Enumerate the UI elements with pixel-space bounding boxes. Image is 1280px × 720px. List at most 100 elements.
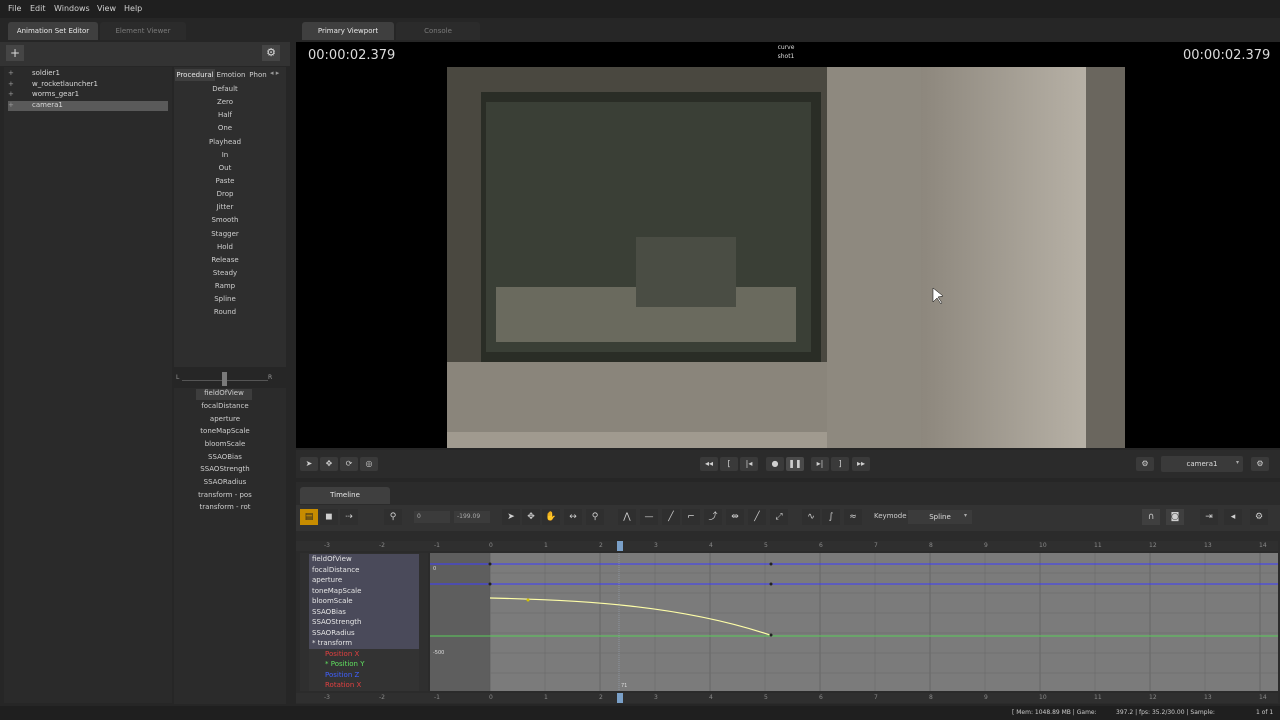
tab-procedural[interactable]: Procedural (175, 69, 215, 81)
preset-ramp[interactable]: Ramp (176, 282, 274, 294)
next-mark-icon[interactable]: ] (831, 457, 849, 471)
menu-file[interactable]: File (8, 4, 21, 13)
select-icon[interactable]: ➤ (502, 509, 520, 525)
tab-phon[interactable]: Phon (247, 69, 269, 81)
prev-mark-icon[interactable]: [ (720, 457, 738, 471)
playhead-handle-bottom[interactable] (617, 693, 623, 703)
expand-icon[interactable]: + (8, 101, 16, 109)
preset-round[interactable]: Round (176, 308, 274, 320)
attr-fieldofview[interactable]: fieldOfView (196, 389, 252, 400)
tab-primary-viewport[interactable]: Primary Viewport (302, 22, 394, 40)
tangent-unify-icon[interactable]: ⇹ (726, 509, 744, 525)
preset-half[interactable]: Half (176, 111, 274, 123)
frame-end-field[interactable]: -199.09 (454, 511, 490, 523)
channel-row[interactable]: * transform (309, 638, 419, 649)
goto-end-icon[interactable]: ⇥ (1200, 509, 1218, 525)
channel-row[interactable]: toneMapScale (309, 585, 419, 596)
tab-timeline[interactable]: Timeline (300, 487, 390, 504)
tangent-linear-icon[interactable]: ╱ (662, 509, 680, 525)
curve-smooth-icon[interactable]: ∿ (802, 509, 820, 525)
expand-icon[interactable]: + (8, 69, 16, 77)
frame-start-field[interactable]: 0 (414, 511, 450, 523)
tangent-break-icon[interactable]: ⤴ (704, 509, 722, 525)
channel-row[interactable]: SSAORadius (309, 627, 419, 638)
zoom-icon[interactable]: ⚲ (586, 509, 604, 525)
camera-select[interactable]: camera1 (1161, 456, 1243, 472)
attr-tonemapscale[interactable]: toneMapScale (176, 427, 274, 438)
viewport-gear-icon[interactable]: ⚙ (1251, 457, 1269, 471)
attr-ssaoradius[interactable]: SSAORadius (176, 478, 274, 489)
menu-view[interactable]: View (97, 4, 116, 13)
graph-editor-icon[interactable]: ▤ (300, 509, 318, 525)
channel-row[interactable]: Rotation X (309, 680, 419, 691)
expand-icon[interactable]: + (8, 90, 16, 98)
tangent-auto-icon[interactable]: ⋀ (618, 509, 636, 525)
camera-settings-icon[interactable]: ⚙ (1136, 457, 1154, 471)
timeline-gear-icon[interactable]: ⚙ (1250, 509, 1268, 525)
attr-ssaobias[interactable]: SSAOBias (176, 453, 274, 464)
preset-playhead[interactable]: Playhead (176, 138, 274, 150)
tree-item-camera1[interactable]: + camera1 (8, 101, 168, 111)
tab-animation-set-editor[interactable]: Animation Set Editor (8, 22, 98, 40)
attr-transform-rot[interactable]: transform - rot (176, 503, 274, 514)
expand-icon[interactable]: + (8, 80, 16, 88)
attr-aperture[interactable]: aperture (176, 415, 274, 426)
scale-tool-icon[interactable]: ◎ (360, 457, 378, 471)
scroll-tabs-icon[interactable]: ◂ ▸ (270, 69, 279, 77)
tree-item-soldier1[interactable]: + soldier1 (8, 69, 168, 79)
clip-editor-icon[interactable]: ⇢ (340, 509, 358, 525)
preset-smooth[interactable]: Smooth (176, 216, 274, 228)
add-icon[interactable]: + (6, 45, 24, 61)
preset-one[interactable]: One (176, 124, 274, 136)
tab-emotion[interactable]: Emotion (216, 69, 246, 81)
graph-area[interactable] (430, 553, 1278, 691)
preset-in[interactable]: In (176, 151, 274, 163)
channel-row[interactable]: * Position Y (309, 659, 419, 670)
step-forward-icon[interactable]: ▸| (811, 457, 829, 471)
curve-bezier-icon[interactable]: ∫ (822, 509, 840, 525)
fast-forward-icon[interactable]: ▸▸ (852, 457, 870, 471)
preset-default[interactable]: Default (176, 85, 274, 97)
attr-focaldistance[interactable]: focalDistance (176, 402, 274, 413)
attr-ssaostrength[interactable]: SSAOStrength (176, 465, 274, 476)
channel-row[interactable]: Position Z (309, 669, 419, 680)
tangent-weight-icon[interactable]: ╱ (748, 509, 766, 525)
move-tool-icon[interactable]: ✥ (320, 457, 338, 471)
preset-paste[interactable]: Paste (176, 177, 274, 189)
move-icon[interactable]: ✥ (522, 509, 540, 525)
time-ruler-top[interactable]: -3 -2 -1 0 1 2 3 4 5 6 7 8 9 10 11 12 13 14 (296, 541, 1278, 551)
preset-out[interactable]: Out (176, 164, 274, 176)
balance-slider-handle[interactable] (222, 372, 227, 386)
tree-item-worms-gear1[interactable]: + worms_gear1 (8, 90, 168, 100)
dopesheet-icon[interactable]: ◼ (320, 509, 338, 525)
pause-icon[interactable]: ❚❚ (786, 457, 804, 471)
curve-noise-icon[interactable]: ≈ (844, 509, 862, 525)
record-icon[interactable]: ● (766, 457, 784, 471)
channel-row[interactable]: aperture (309, 575, 419, 586)
tab-console[interactable]: Console (396, 22, 480, 40)
preset-spline[interactable]: Spline (176, 295, 274, 307)
attr-transform-pos[interactable]: transform - pos (176, 491, 274, 502)
tangent-flat-icon[interactable]: — (640, 509, 658, 525)
preset-steady[interactable]: Steady (176, 269, 274, 281)
tree-item-w-rocketlauncher1[interactable]: + w_rocketlauncher1 (8, 80, 168, 90)
preset-jitter[interactable]: Jitter (176, 203, 274, 215)
preset-drop[interactable]: Drop (176, 190, 274, 202)
key-icon[interactable]: ⚲ (384, 509, 402, 525)
scale-horizontal-icon[interactable]: ↔ (564, 509, 582, 525)
gear-icon[interactable]: ⚙ (262, 45, 280, 61)
audio-icon[interactable]: ◂ (1224, 509, 1242, 525)
channel-row[interactable]: SSAOStrength (309, 617, 419, 628)
channel-row[interactable]: bloomScale (309, 596, 419, 607)
channel-row[interactable]: fieldOfView (309, 554, 419, 565)
tangent-free-icon[interactable]: ⤢ (770, 509, 788, 525)
snap-icon[interactable]: ◙ (1166, 509, 1184, 525)
rewind-icon[interactable]: ◂◂ (700, 457, 718, 471)
rotate-tool-icon[interactable]: ⟳ (340, 457, 358, 471)
preset-stagger[interactable]: Stagger (176, 230, 274, 242)
preset-zero[interactable]: Zero (176, 98, 274, 110)
channel-row[interactable]: Position X (309, 648, 419, 659)
menu-windows[interactable]: Windows (54, 4, 90, 13)
time-ruler-bottom[interactable]: -3 -2 -1 0 1 2 3 4 5 6 7 8 9 10 11 12 13 14 (296, 693, 1278, 703)
menu-edit[interactable]: Edit (30, 4, 46, 13)
